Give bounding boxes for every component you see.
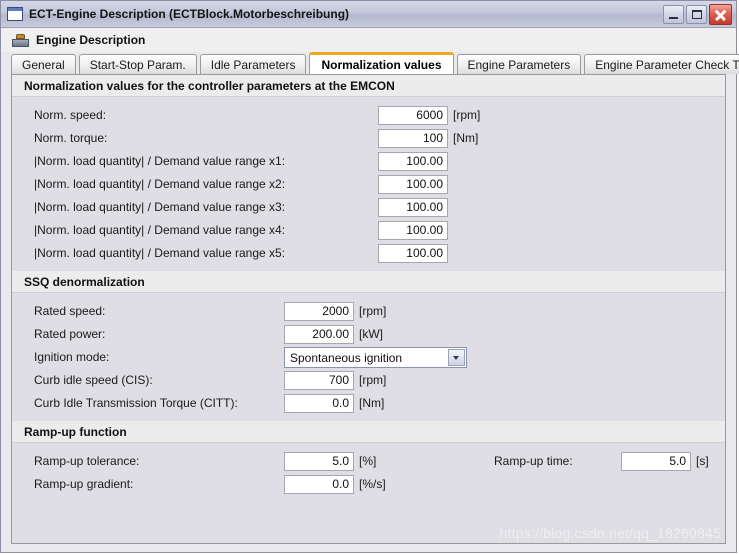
unit-rated-power: [kW] [359, 327, 383, 341]
row-norm-speed: Norm. speed: 6000 [rpm] [12, 104, 725, 127]
input-curb-idle-transmission-torque[interactable]: 0.0 [284, 394, 354, 413]
unit-ramp-up-time: [s] [696, 454, 709, 468]
input-load-quantity-x5[interactable]: 100.00 [378, 244, 448, 263]
section-header-normalization: Normalization values for the controller … [12, 75, 725, 97]
unit-rated-speed: [rpm] [359, 304, 387, 318]
window-icon [7, 7, 23, 21]
label-rated-speed: Rated speed: [34, 304, 106, 318]
row-curb-idle-transmission-torque: Curb Idle Transmission Torque (CITT): 0.… [12, 392, 725, 415]
input-load-quantity-x1[interactable]: 100.00 [378, 152, 448, 171]
label-load-quantity-x2: |Norm. load quantity| / Demand value ran… [34, 177, 286, 191]
label-ramp-up-tolerance: Ramp-up tolerance: [34, 454, 140, 468]
tab-panel-container: Normalization values for the controller … [1, 74, 736, 552]
input-ramp-up-gradient[interactable]: 0.0 [284, 475, 354, 494]
section-rows-ssq: Rated speed: 2000 [rpm] Rated power: 200… [12, 293, 725, 421]
unit-curb-idle-speed: [rpm] [359, 373, 387, 387]
application-window: ECT-Engine Description (ECTBlock.Motorbe… [0, 0, 739, 553]
label-load-quantity-x5: |Norm. load quantity| / Demand value ran… [34, 246, 286, 260]
row-ramp-up-gradient: Ramp-up gradient: 0.0 [%/s] [12, 473, 725, 496]
document-header: Engine Description [1, 28, 736, 52]
input-load-quantity-x2[interactable]: 100.00 [378, 175, 448, 194]
row-rated-power: Rated power: 200.00 [kW] [12, 323, 725, 346]
engine-icon [12, 33, 29, 47]
input-load-quantity-x3[interactable]: 100.00 [378, 198, 448, 217]
tab-engine-parameters[interactable]: Engine Parameters [456, 54, 582, 74]
row-rated-speed: Rated speed: 2000 [rpm] [12, 300, 725, 323]
unit-ramp-up-gradient: [%/s] [359, 477, 386, 491]
tab-start-stop-param[interactable]: Start-Stop Param. [78, 54, 197, 74]
row-curb-idle-speed: Curb idle speed (CIS): 700 [rpm] [12, 369, 725, 392]
select-ignition-mode[interactable]: Spontaneous ignition [284, 347, 467, 368]
row-load-quantity-x4: |Norm. load quantity| / Demand value ran… [12, 219, 725, 242]
label-load-quantity-x4: |Norm. load quantity| / Demand value ran… [34, 223, 286, 237]
chevron-down-icon[interactable] [448, 349, 465, 366]
input-curb-idle-speed[interactable]: 700 [284, 371, 354, 390]
row-ramp-up-tolerance: Ramp-up tolerance: 5.0 [%] Ramp-up time:… [12, 450, 725, 473]
tab-idle-parameters[interactable]: Idle Parameters [199, 54, 307, 74]
label-rated-power: Rated power: [34, 327, 106, 341]
label-curb-idle-transmission-torque: Curb Idle Transmission Torque (CITT): [34, 396, 238, 410]
normalization-values-panel: Normalization values for the controller … [11, 74, 726, 544]
row-load-quantity-x1: |Norm. load quantity| / Demand value ran… [12, 150, 725, 173]
tab-general[interactable]: General [11, 54, 76, 74]
row-ignition-mode: Ignition mode: Spontaneous ignition [12, 346, 725, 369]
engine-icon-body [12, 38, 29, 47]
unit-curb-idle-transmission-torque: [Nm] [359, 396, 385, 410]
title-bar: ECT-Engine Description (ECTBlock.Motorbe… [1, 1, 736, 28]
window-title: ECT-Engine Description (ECTBlock.Motorbe… [29, 7, 350, 21]
label-norm-torque: Norm. torque: [34, 131, 108, 145]
label-load-quantity-x1: |Norm. load quantity| / Demand value ran… [34, 154, 286, 168]
unit-ramp-up-tolerance: [%] [359, 454, 377, 468]
section-header-ssq-denormalization: SSQ denormalization [12, 271, 725, 293]
window-controls [663, 3, 734, 25]
label-norm-speed: Norm. speed: [34, 108, 107, 122]
minimize-icon [669, 16, 678, 19]
watermark: https://blog.csdn.net/qq_18260845 [499, 525, 721, 541]
label-ramp-up-time: Ramp-up time: [494, 454, 573, 468]
section-header-ramp-up: Ramp-up function [12, 421, 725, 443]
input-norm-speed[interactable]: 6000 [378, 106, 448, 125]
page-title: Engine Description [36, 33, 146, 47]
label-ignition-mode: Ignition mode: [34, 350, 110, 364]
section-rows-ramp-up: Ramp-up tolerance: 5.0 [%] Ramp-up time:… [12, 443, 725, 502]
unit-norm-torque: [Nm] [453, 131, 479, 145]
row-norm-torque: Norm. torque: 100 [Nm] [12, 127, 725, 150]
row-load-quantity-x2: |Norm. load quantity| / Demand value ran… [12, 173, 725, 196]
tab-strip-container: General Start-Stop Param. Idle Parameter… [1, 52, 739, 74]
ignition-mode-value: Spontaneous ignition [290, 350, 403, 365]
input-ramp-up-time[interactable]: 5.0 [621, 452, 691, 471]
input-norm-torque[interactable]: 100 [378, 129, 448, 148]
input-ramp-up-tolerance[interactable]: 5.0 [284, 452, 354, 471]
label-ramp-up-gradient: Ramp-up gradient: [34, 477, 134, 491]
label-load-quantity-x3: |Norm. load quantity| / Demand value ran… [34, 200, 286, 214]
maximize-icon [692, 9, 702, 19]
input-load-quantity-x4[interactable]: 100.00 [378, 221, 448, 240]
unit-norm-speed: [rpm] [453, 108, 481, 122]
row-load-quantity-x3: |Norm. load quantity| / Demand value ran… [12, 196, 725, 219]
close-button[interactable] [709, 3, 732, 25]
tab-engine-parameter-check-table[interactable]: Engine Parameter Check Table [584, 54, 739, 74]
section-rows-normalization: Norm. speed: 6000 [rpm] Norm. torque: 10… [12, 97, 725, 271]
minimize-button[interactable] [663, 4, 684, 24]
input-rated-speed[interactable]: 2000 [284, 302, 354, 321]
label-curb-idle-speed: Curb idle speed (CIS): [34, 373, 153, 387]
input-rated-power[interactable]: 200.00 [284, 325, 354, 344]
row-load-quantity-x5: |Norm. load quantity| / Demand value ran… [12, 242, 725, 265]
tab-normalization-values[interactable]: Normalization values [309, 52, 454, 74]
maximize-button[interactable] [686, 4, 707, 24]
tab-strip: General Start-Stop Param. Idle Parameter… [11, 52, 739, 74]
